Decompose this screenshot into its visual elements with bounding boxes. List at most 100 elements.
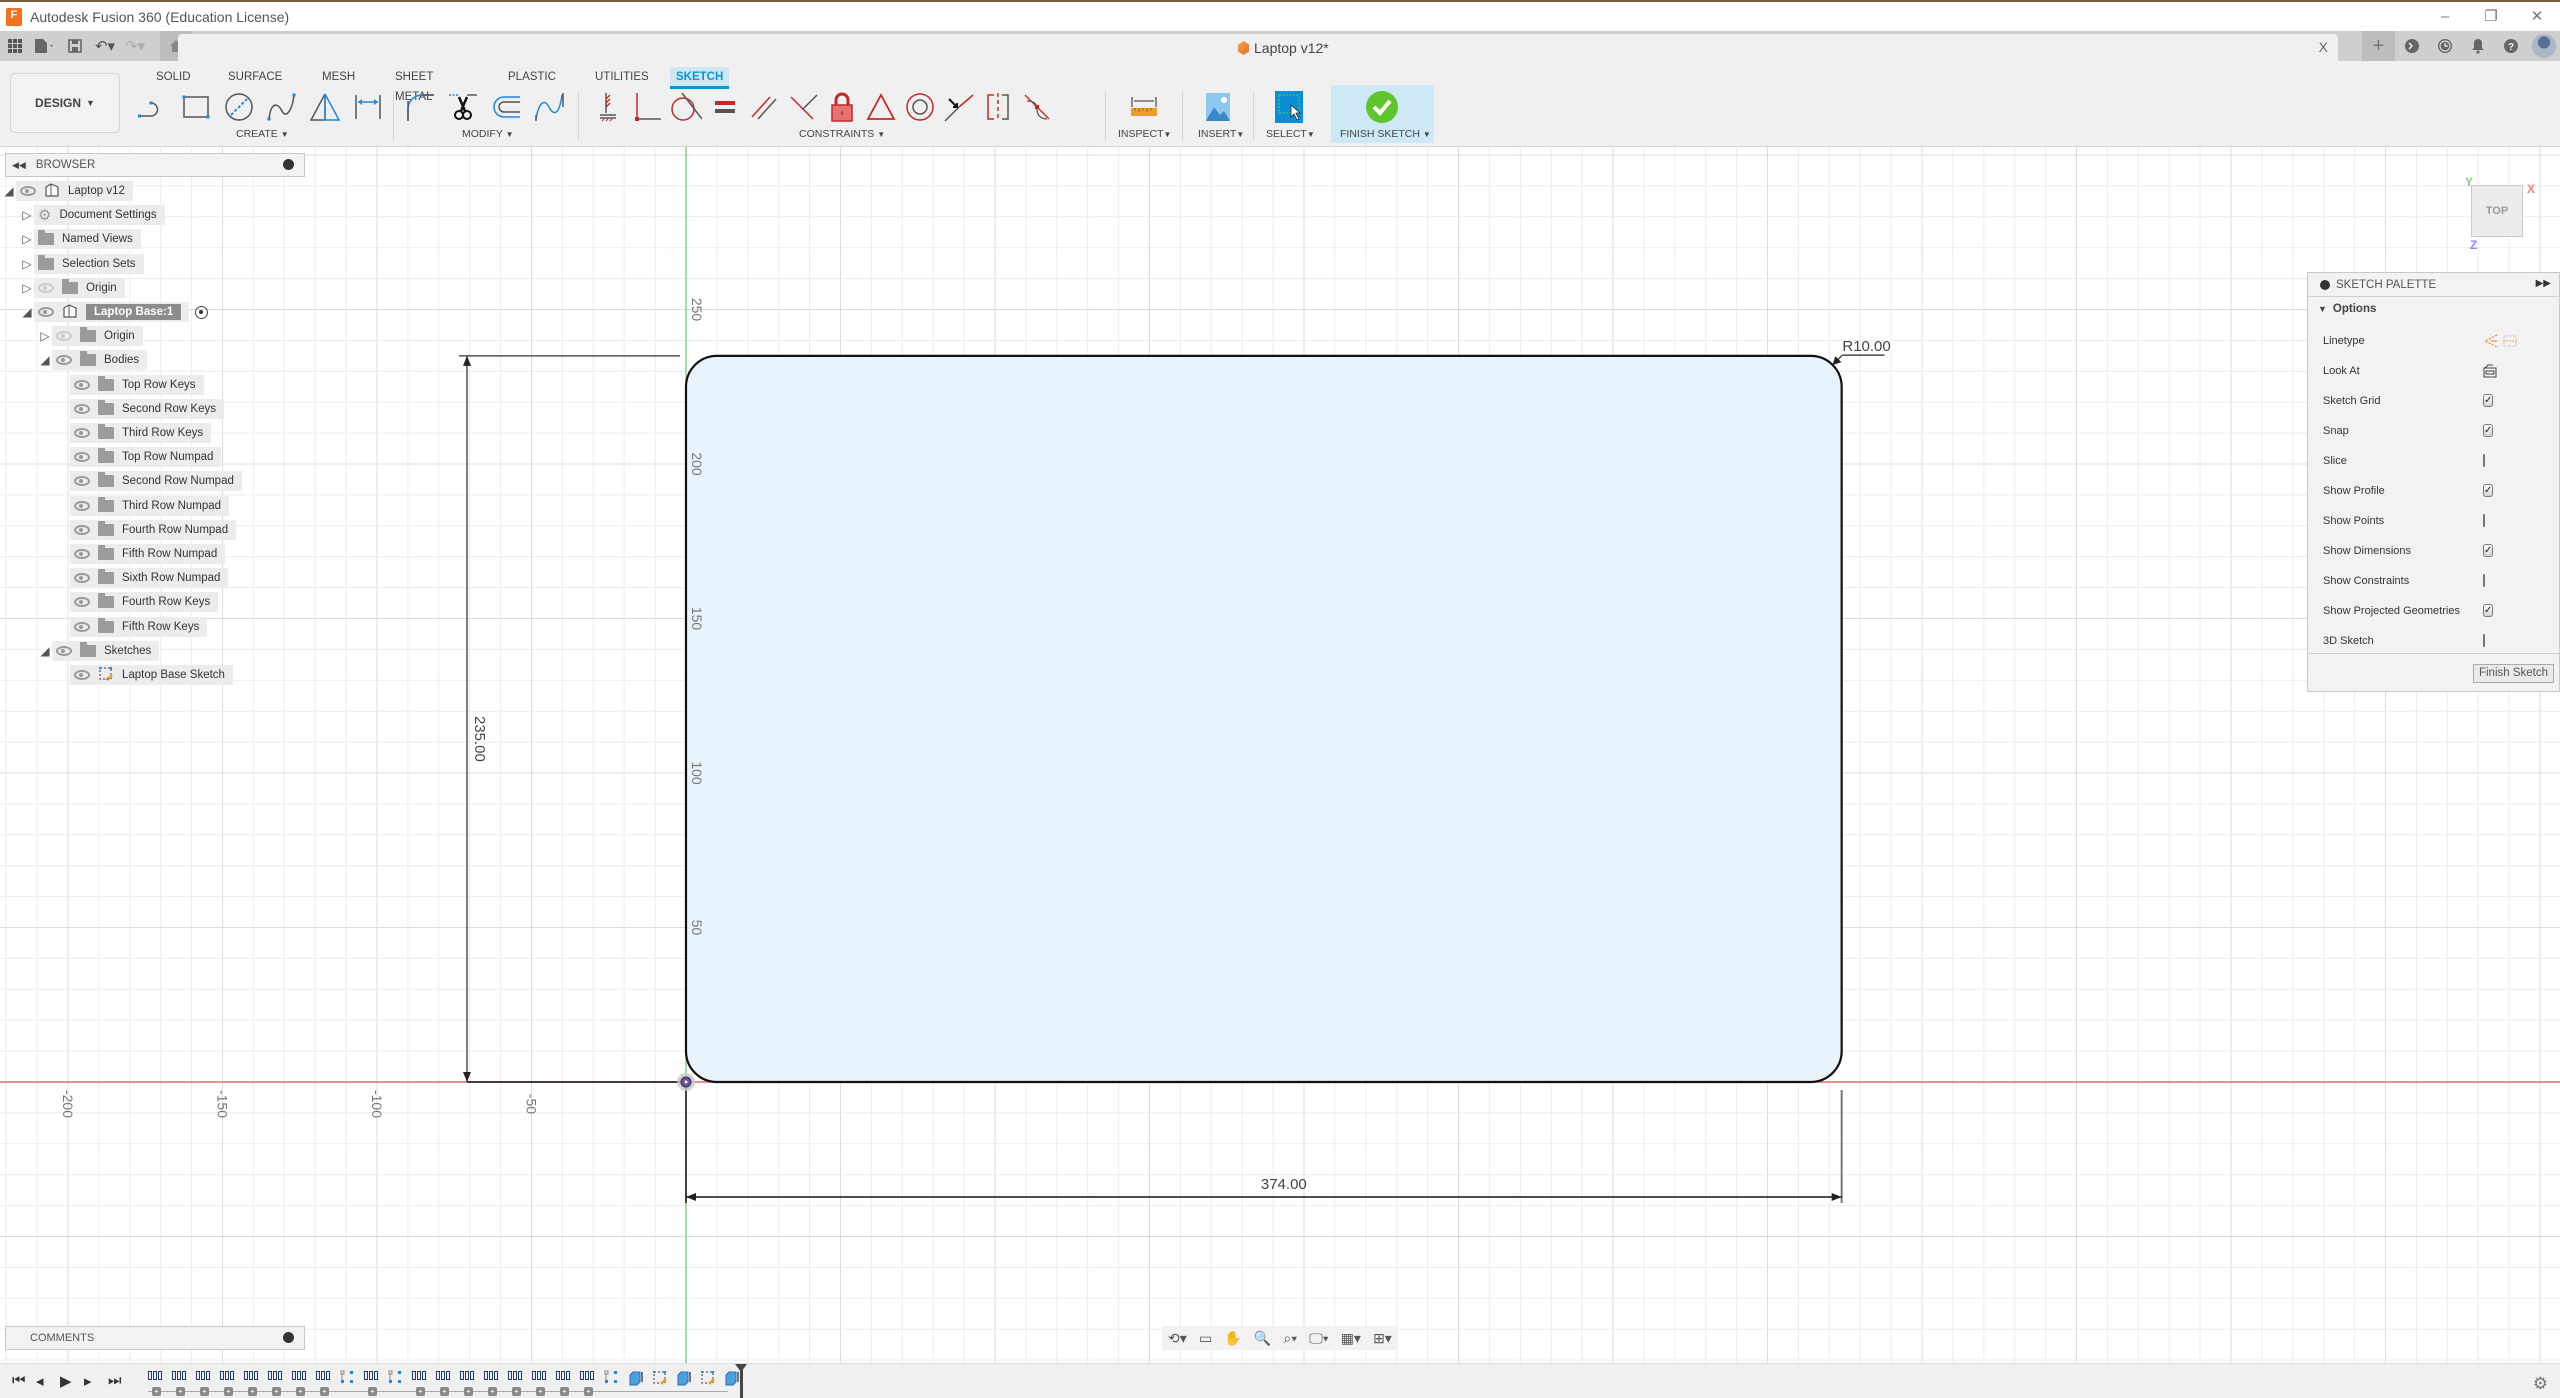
measure-tool[interactable] bbox=[1126, 89, 1162, 125]
browser-node[interactable]: Top Row Numpad bbox=[56, 446, 222, 468]
show-constraints-checkbox[interactable] bbox=[2483, 574, 2485, 587]
expand-caret-icon[interactable]: ▷ bbox=[20, 232, 34, 246]
expanded-caret-icon[interactable]: ◢ bbox=[2, 184, 16, 198]
finish-sketch-button[interactable]: FINISH SKETCH ▼ bbox=[1331, 85, 1434, 143]
go-to-start-button[interactable]: ⏮ bbox=[12, 1372, 26, 1389]
expand-palette-icon[interactable]: ▶▶ bbox=[2536, 278, 2551, 289]
browser-node[interactable]: ◢ Bodies bbox=[38, 349, 148, 371]
line-tool[interactable] bbox=[135, 89, 171, 125]
visibility-eye-icon[interactable] bbox=[74, 452, 90, 463]
browser-node-chip[interactable]: Laptop Base:1 bbox=[34, 302, 190, 322]
timeline-extrude-feature[interactable] bbox=[676, 1370, 691, 1386]
browser-node[interactable]: Second Row Numpad bbox=[56, 470, 242, 492]
show-projected-geometries-checkbox[interactable]: ✓ bbox=[2483, 604, 2494, 617]
restore-button[interactable]: ❐ bbox=[2468, 2, 2514, 31]
palette-finish-sketch-button[interactable]: Finish Sketch bbox=[2472, 664, 2554, 683]
browser-node-chip[interactable]: Sketches bbox=[52, 640, 160, 661]
timeline-expand-icon[interactable]: + bbox=[512, 1387, 521, 1396]
modify-menu[interactable]: MODIFY ▼ bbox=[462, 128, 514, 140]
visibility-eye-icon[interactable] bbox=[38, 307, 54, 317]
timeline-body-feature[interactable] bbox=[292, 1371, 310, 1382]
tab-sheet-metal[interactable]: SHEET METAL bbox=[389, 67, 439, 103]
browser-node-chip[interactable]: Named Views bbox=[34, 229, 141, 250]
tab-surface[interactable]: SURFACE bbox=[222, 67, 288, 89]
timeline-body-feature[interactable] bbox=[412, 1371, 430, 1382]
timeline-expand-icon[interactable]: + bbox=[272, 1387, 281, 1396]
tab-utilities[interactable]: UTILITIES bbox=[589, 67, 655, 89]
fix-constraint[interactable] bbox=[590, 89, 626, 125]
width-dimension-value[interactable]: 374.00 bbox=[1261, 1176, 1307, 1193]
show-profile-checkbox[interactable]: ✓ bbox=[2483, 484, 2494, 497]
fit-icon[interactable]: ⌕▾ bbox=[1283, 1330, 1297, 1347]
timeline-expand-icon[interactable]: + bbox=[440, 1387, 449, 1396]
pan-icon[interactable]: ✋ bbox=[1224, 1330, 1241, 1347]
browser-node[interactable]: ◢ Laptop v12 bbox=[2, 180, 133, 202]
gear-icon[interactable]: ⚙ bbox=[2533, 1374, 2548, 1394]
orbit-icon[interactable]: ⟲▾ bbox=[1168, 1330, 1187, 1347]
sketch-dimension-tool[interactable] bbox=[350, 89, 386, 125]
browser-node-chip[interactable]: Third Row Keys bbox=[70, 423, 212, 443]
browser-node[interactable]: ◢ Laptop Base:1 bbox=[20, 301, 209, 323]
zoom-icon[interactable]: 🔍 bbox=[1254, 1330, 1271, 1347]
collapse-panel-icon[interactable]: ◀◀ bbox=[12, 160, 26, 171]
visibility-eye-icon[interactable] bbox=[74, 573, 90, 584]
timeline-body-feature[interactable] bbox=[364, 1371, 382, 1382]
visibility-eye-icon[interactable] bbox=[56, 645, 72, 656]
tab-plastic[interactable]: PLASTIC bbox=[502, 67, 562, 89]
construction-linetype-icon[interactable] bbox=[2483, 334, 2499, 351]
select-tool[interactable] bbox=[1271, 89, 1307, 125]
constraints-menu[interactable]: CONSTRAINTS ▼ bbox=[799, 128, 885, 140]
visibility-eye-icon[interactable] bbox=[74, 524, 90, 535]
play-button[interactable]: ▶ bbox=[60, 1372, 72, 1390]
trim-tool[interactable] bbox=[445, 89, 481, 125]
tab-sketch[interactable]: SKETCH bbox=[670, 67, 730, 89]
browser-node-chip[interactable]: Laptop v12 bbox=[16, 181, 133, 201]
insert-canvas-tool[interactable] bbox=[1200, 89, 1236, 125]
browser-node[interactable]: Fifth Row Numpad bbox=[56, 543, 226, 565]
timeline-expand-icon[interactable]: + bbox=[248, 1387, 257, 1396]
viewcube-top-face[interactable]: TOP bbox=[2471, 185, 2523, 237]
height-dimension-value[interactable]: 235.00 bbox=[471, 716, 488, 762]
offset-tool[interactable] bbox=[488, 89, 524, 125]
viewports-icon[interactable]: ⊞▾ bbox=[1373, 1330, 1392, 1347]
timeline-expand-icon[interactable]: + bbox=[320, 1387, 329, 1396]
snap-checkbox[interactable]: ✓ bbox=[2483, 424, 2494, 437]
timeline-body-feature[interactable] bbox=[316, 1371, 334, 1382]
tab-solid[interactable]: SOLID bbox=[150, 67, 197, 89]
help-icon[interactable]: ? bbox=[2494, 31, 2527, 61]
look-at-icon[interactable]: ▭ bbox=[1199, 1330, 1212, 1347]
spline-tool[interactable] bbox=[264, 89, 300, 125]
browser-node-chip[interactable]: Third Row Numpad bbox=[70, 495, 230, 516]
expanded-caret-icon[interactable]: ◢ bbox=[38, 353, 52, 367]
browser-node[interactable]: Sixth Row Numpad bbox=[56, 567, 229, 589]
timeline-expand-icon[interactable]: + bbox=[536, 1387, 545, 1396]
sketch-grid-checkbox[interactable]: ✓ bbox=[2483, 394, 2494, 407]
browser-node-chip[interactable]: Laptop Base Sketch bbox=[70, 665, 233, 685]
browser-node[interactable]: Fourth Row Numpad bbox=[56, 519, 237, 541]
timeline-expand-icon[interactable]: + bbox=[584, 1387, 593, 1396]
go-to-end-button[interactable]: ⏭ bbox=[108, 1372, 122, 1389]
create-menu[interactable]: CREATE ▼ bbox=[236, 128, 289, 140]
browser-node[interactable]: Third Row Keys bbox=[56, 422, 212, 444]
symmetry-constraint[interactable] bbox=[980, 89, 1016, 125]
notifications-icon[interactable] bbox=[2461, 31, 2494, 61]
browser-node-chip[interactable]: Second Row Numpad bbox=[70, 471, 242, 492]
timeline-expand-icon[interactable]: + bbox=[488, 1387, 497, 1396]
timeline-body-feature[interactable] bbox=[220, 1371, 238, 1382]
timeline-body-feature[interactable] bbox=[580, 1371, 598, 1382]
workspace-switcher[interactable]: DESIGN ▼ bbox=[10, 73, 120, 133]
browser-node[interactable]: Fourth Row Keys bbox=[56, 591, 219, 613]
expand-caret-icon[interactable]: ▷ bbox=[20, 281, 34, 295]
browser-node[interactable]: ▷ Origin bbox=[20, 277, 125, 299]
browser-node-chip[interactable]: ⚙ Document Settings bbox=[34, 205, 165, 226]
visibility-eye-icon[interactable] bbox=[74, 597, 90, 608]
timeline-sketch-feature[interactable] bbox=[604, 1370, 618, 1384]
browser-node-chip[interactable]: Fifth Row Keys bbox=[70, 616, 208, 637]
rectangle-tool[interactable] bbox=[178, 89, 214, 125]
fix-unfix-constraint[interactable] bbox=[824, 89, 860, 125]
parallel-constraint[interactable] bbox=[746, 89, 782, 125]
timeline-body-feature[interactable] bbox=[556, 1371, 574, 1382]
tab-mesh[interactable]: MESH bbox=[316, 67, 361, 89]
browser-node-chip[interactable]: Selection Sets bbox=[34, 253, 144, 274]
timeline-marker[interactable] bbox=[735, 1364, 747, 1398]
